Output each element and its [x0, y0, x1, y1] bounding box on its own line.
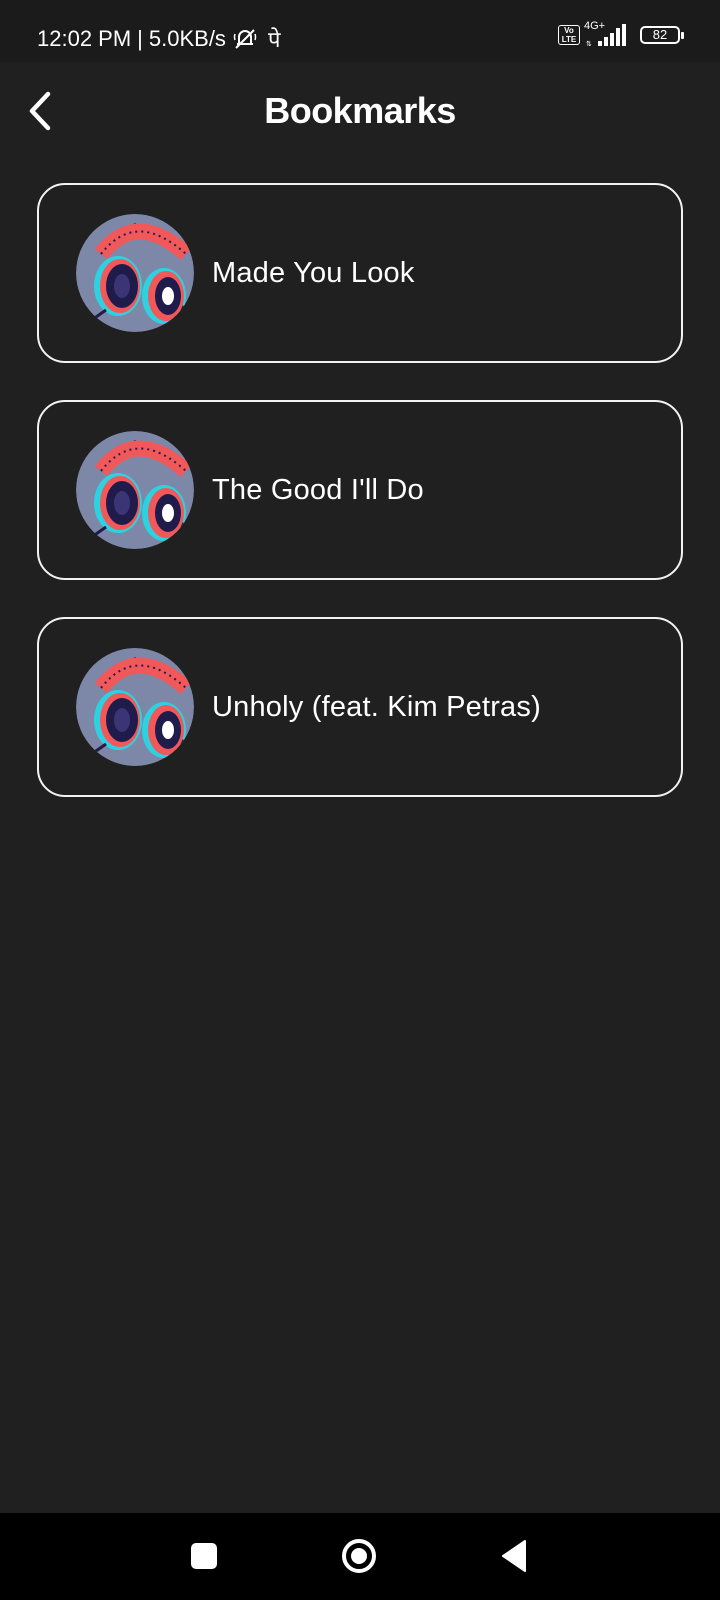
battery-level: 82 — [652, 27, 668, 42]
bell-muted-icon — [233, 29, 257, 49]
bookmark-title: Made You Look — [212, 256, 415, 289]
bookmark-item-the-good-ill-do[interactable]: The Good I'll Do — [37, 400, 683, 580]
page-title: Bookmarks — [264, 90, 456, 131]
bookmark-item-made-you-look[interactable]: Made You Look — [37, 183, 683, 363]
bookmark-title: The Good I'll Do — [212, 473, 424, 506]
status-time: 12:02 PM — [37, 26, 132, 51]
triangle-back-icon — [502, 1540, 526, 1572]
signal-icon: 4G+ ⇅ — [584, 20, 632, 48]
circle-icon — [342, 1539, 376, 1573]
bookmark-list: Made You Look The Good I'll Do Unholy (f… — [37, 183, 683, 834]
status-net-speed: 5.0KB/s — [148, 26, 226, 51]
status-separator: | — [137, 26, 143, 51]
system-back-button[interactable] — [500, 1539, 528, 1573]
navigation-bar — [0, 1513, 720, 1600]
bookmark-item-unholy[interactable]: Unholy (feat. Kim Petras) — [37, 617, 683, 797]
svg-text:⇅: ⇅ — [586, 40, 592, 48]
headphones-artwork-icon — [76, 431, 194, 549]
header: Bookmarks — [0, 62, 720, 162]
status-bar: 12:02 PM | 5.0KB/s पे Vo LTE 4G+ ⇅ 82 — [0, 0, 720, 62]
headphones-artwork-icon — [76, 214, 194, 332]
network-type: 4G+ — [584, 20, 606, 32]
bookmark-title: Unholy (feat. Kim Petras) — [212, 690, 541, 723]
status-right: Vo LTE 4G+ ⇅ 82 — [558, 20, 684, 48]
recent-apps-button[interactable] — [191, 1543, 217, 1569]
headphones-artwork-icon — [76, 648, 194, 766]
battery-icon: 82 — [640, 26, 684, 44]
home-button[interactable] — [340, 1537, 378, 1575]
volte-icon: Vo LTE — [558, 25, 580, 45]
status-left: 12:02 PM | 5.0KB/s पे — [37, 24, 280, 54]
status-app-char: पे — [267, 28, 281, 53]
